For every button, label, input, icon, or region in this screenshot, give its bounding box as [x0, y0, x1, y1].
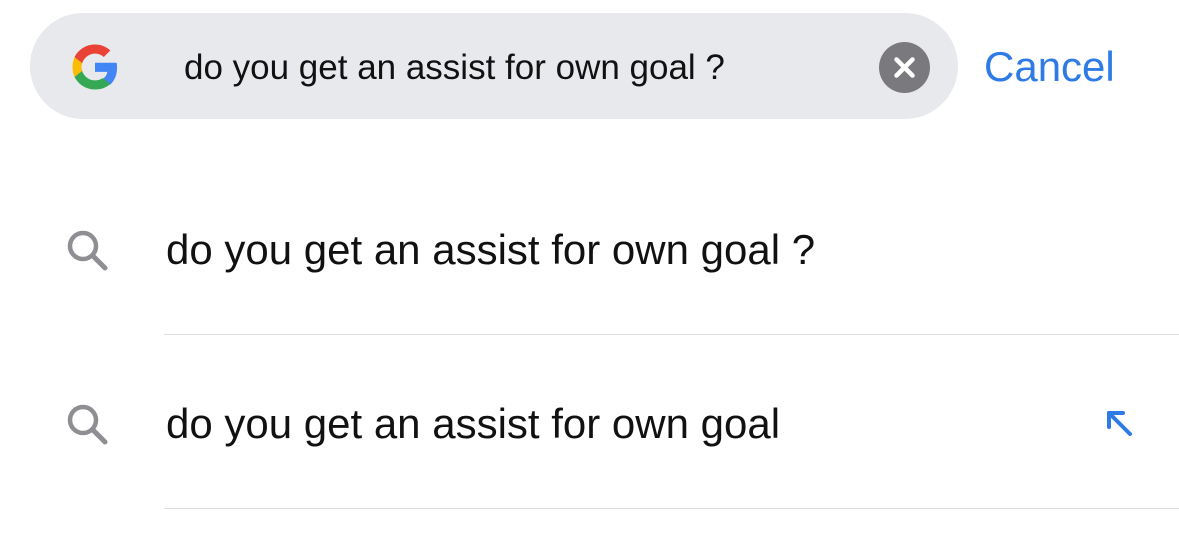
- search-icon: [67, 404, 108, 445]
- search-icon: [67, 230, 108, 271]
- clear-x-icon: [894, 57, 915, 78]
- divider: [164, 508, 1179, 509]
- suggestion-text: do you get an assist for own goal ?: [166, 226, 816, 273]
- clear-button[interactable]: [879, 42, 930, 93]
- arrow-up-left-icon[interactable]: [1100, 404, 1140, 444]
- search-input[interactable]: [184, 38, 844, 98]
- divider: [164, 334, 1179, 335]
- suggestion-item[interactable]: do you get an assist for own goal ?: [0, 166, 1179, 338]
- suggestion-item[interactable]: do you get an assist for own goal: [0, 340, 1179, 512]
- google-g-icon: [72, 44, 118, 90]
- suggestion-text: do you get an assist for own goal: [166, 400, 781, 447]
- cancel-button[interactable]: Cancel: [984, 40, 1115, 94]
